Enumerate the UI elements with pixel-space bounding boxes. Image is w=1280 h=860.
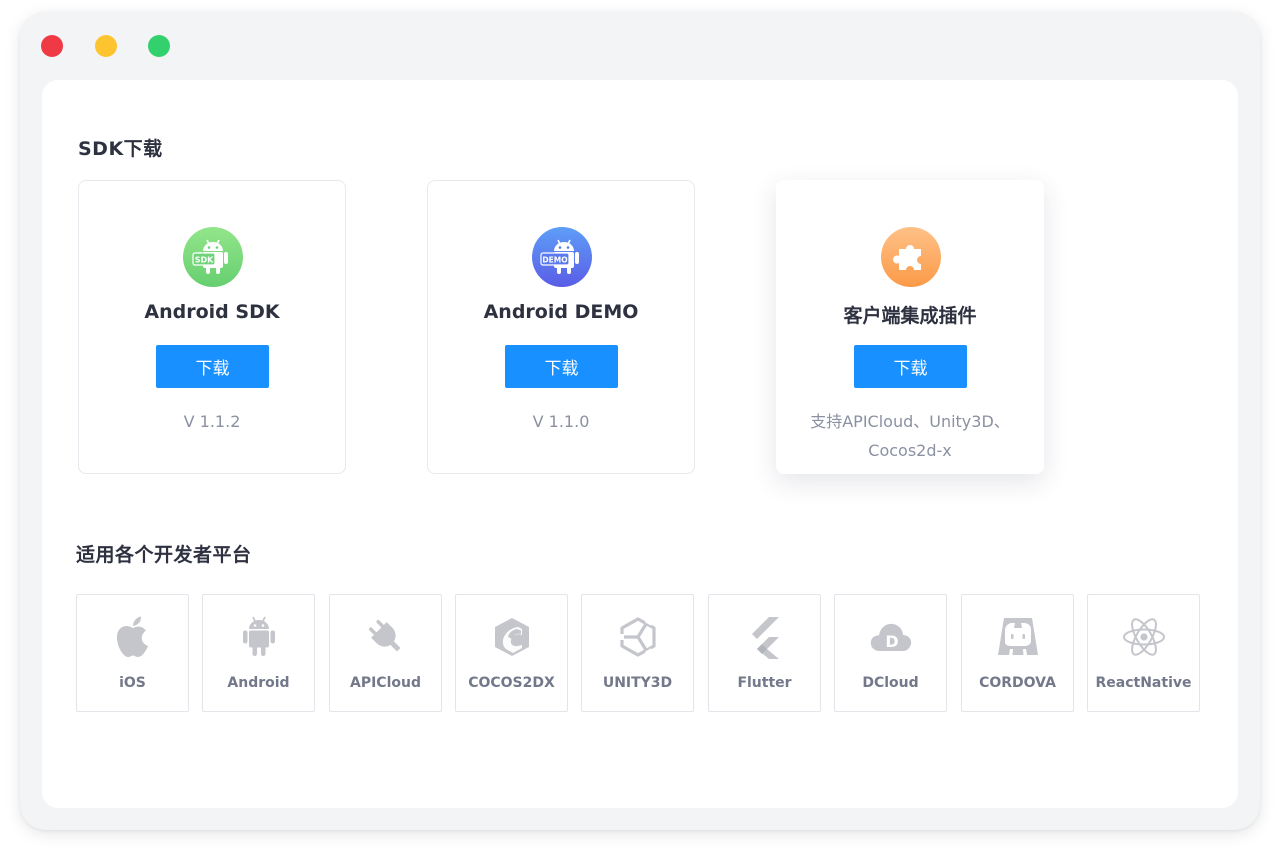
puzzle-piece-icon xyxy=(881,227,941,287)
platform-label: iOS xyxy=(119,675,146,691)
platform-tile-cocos2dx[interactable]: COCOS2DX xyxy=(455,594,568,712)
card-android-demo: DEMO Android DEMO 下载 V 1.1.0 xyxy=(427,180,695,474)
platform-label: ReactNative xyxy=(1095,675,1192,691)
version-text: V 1.1.2 xyxy=(183,412,241,431)
plug-icon xyxy=(330,613,441,661)
platform-label: DCloud xyxy=(862,675,919,691)
support-text: 支持APICloud、Unity3D、Cocos2d-x xyxy=(810,412,1010,460)
platform-section-title: 适用各个开发者平台 xyxy=(76,544,252,566)
demo-badge-text: DEMO xyxy=(542,256,567,265)
platform-tile-dcloud[interactable]: D DCloud xyxy=(834,594,947,712)
card-client-plugin: 客户端集成插件 下载 支持APICloud、Unity3D、Cocos2d-x xyxy=(776,180,1044,474)
platform-tile-unity3d[interactable]: UNITY3D xyxy=(581,594,694,712)
platform-tile-apicloud[interactable]: APICloud xyxy=(329,594,442,712)
android-icon xyxy=(203,613,314,661)
card-title: Android DEMO xyxy=(483,301,639,323)
cordova-icon xyxy=(962,613,1073,661)
dcloud-icon: D xyxy=(835,613,946,661)
close-window-button[interactable] xyxy=(41,35,63,57)
react-icon xyxy=(1088,613,1199,661)
app-window: SDK 下载 SDK Android SDK 下载 V 1.1.2 DEMO An… xyxy=(20,12,1260,830)
cocos-icon xyxy=(456,613,567,661)
platform-label: UNITY3D xyxy=(602,675,673,691)
card-android-sdk: SDK Android SDK 下载 V 1.1.2 xyxy=(78,180,346,474)
platform-tile-reactnative[interactable]: ReactNative xyxy=(1087,594,1200,712)
platform-tile-ios[interactable]: iOS xyxy=(76,594,189,712)
platform-label: Android xyxy=(227,675,290,691)
main-content: SDK 下载 SDK Android SDK 下载 V 1.1.2 DEMO An… xyxy=(42,80,1238,808)
platform-tile-flutter[interactable]: Flutter xyxy=(708,594,821,712)
card-title: 客户端集成插件 xyxy=(843,305,977,327)
android-demo-icon: DEMO xyxy=(532,227,592,287)
minimize-window-button[interactable] xyxy=(95,35,117,57)
card-title: Android SDK xyxy=(144,301,280,323)
platform-label: COCOS2DX xyxy=(468,675,555,691)
download-client-plugin-button[interactable]: 下载 xyxy=(854,345,967,388)
version-text: V 1.1.0 xyxy=(532,412,590,431)
platform-label: APICloud xyxy=(350,675,421,691)
dcloud-glyph: D xyxy=(885,632,898,651)
platform-label: Flutter xyxy=(737,675,792,691)
sdk-badge-text: SDK xyxy=(195,256,214,265)
platform-tile-android[interactable]: Android xyxy=(202,594,315,712)
unity-icon xyxy=(582,613,693,661)
platform-tile-cordova[interactable]: CORDOVA xyxy=(961,594,1074,712)
sdk-section-title: SDK下载 xyxy=(78,138,163,160)
download-android-sdk-button[interactable]: 下载 xyxy=(156,345,269,388)
flutter-icon xyxy=(709,613,820,661)
platform-label: CORDOVA xyxy=(979,675,1056,691)
maximize-window-button[interactable] xyxy=(148,35,170,57)
download-android-demo-button[interactable]: 下载 xyxy=(505,345,618,388)
android-sdk-icon: SDK xyxy=(183,227,243,287)
apple-icon xyxy=(77,613,188,661)
